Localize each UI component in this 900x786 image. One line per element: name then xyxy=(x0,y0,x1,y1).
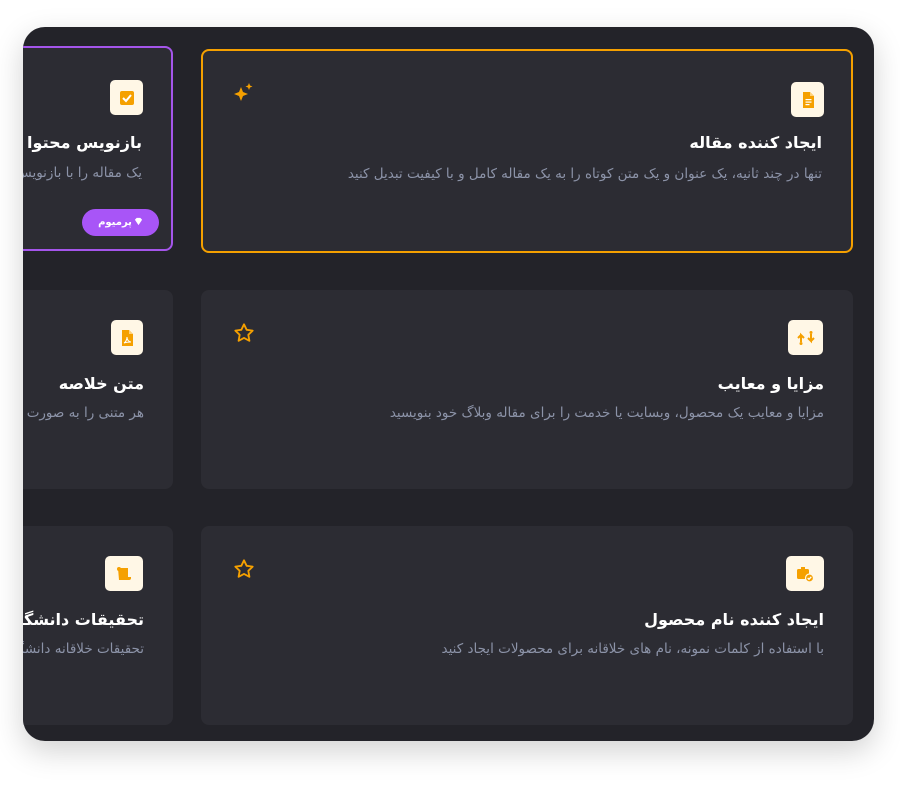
sparkle-stars-icon[interactable] xyxy=(232,81,256,105)
card-description: تنها در چند ثانیه، یک عنوان و یک متن کوت… xyxy=(347,166,822,182)
card-title: تحقیقات دانشگاهی xyxy=(23,610,144,629)
card-description: یک مقاله را با بازنویس xyxy=(23,165,142,181)
card-title: متن خلاصه xyxy=(58,374,144,393)
card-product-name-generator[interactable]: ایجاد کننده نام محصول با استفاده از کلما… xyxy=(201,526,853,725)
card-description: مزایا و معایب یک محصول، وبسایت یا خدمت ر… xyxy=(389,405,824,421)
tools-grid: ایجاد کننده مقاله تنها در چند ثانیه، یک … xyxy=(23,27,874,741)
card-pros-cons[interactable]: مزایا و معایب مزایا و معایب یک محصول، وب… xyxy=(201,290,853,489)
checkbox-icon xyxy=(110,80,143,115)
document-icon xyxy=(791,82,824,117)
card-content-rewriter[interactable]: بازنویس محتوا یک مقاله را با بازنویس پرم… xyxy=(23,46,173,251)
star-outline-icon[interactable] xyxy=(232,321,256,345)
card-title: بازنویس محتوا xyxy=(27,133,142,152)
premium-badge-label: پرمیوم xyxy=(98,217,132,228)
pdf-file-icon xyxy=(111,320,143,355)
card-description: با استفاده از کلمات نمونه، نام های خلاقا… xyxy=(441,641,824,657)
card-title: ایجاد کننده مقاله xyxy=(689,133,822,152)
premium-badge[interactable]: پرمیوم xyxy=(82,209,159,236)
diamond-icon xyxy=(134,217,143,229)
card-description: هر متنی را به صورت xyxy=(26,405,144,421)
card-academic-research[interactable]: تحقیقات دانشگاهی تحقیقات خلاقانه دانشگاه… xyxy=(23,526,173,725)
scroll-icon xyxy=(105,556,143,591)
card-description: تحقیقات خلاقانه دانشگاهی xyxy=(23,641,144,657)
card-title: مزایا و معایب xyxy=(717,374,824,393)
card-article-generator[interactable]: ایجاد کننده مقاله تنها در چند ثانیه، یک … xyxy=(201,49,853,253)
star-outline-icon[interactable] xyxy=(232,557,256,581)
swap-arrows-icon xyxy=(788,320,823,355)
card-summary-text[interactable]: متن خلاصه هر متنی را به صورت xyxy=(23,290,173,489)
product-box-icon xyxy=(786,556,824,591)
card-title: ایجاد کننده نام محصول xyxy=(644,610,824,629)
